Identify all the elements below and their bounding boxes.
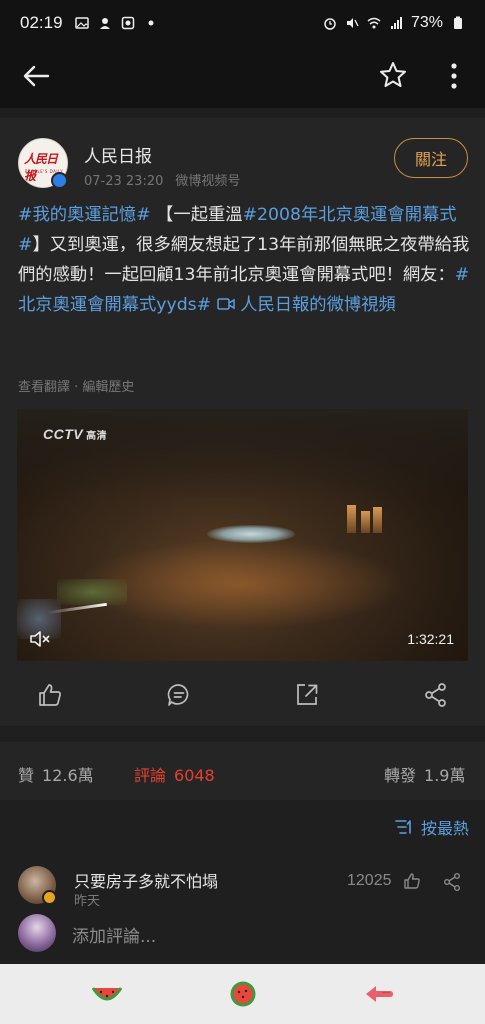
video-duration: 1:32:21	[407, 631, 454, 647]
hashtag-olympic-memory[interactable]: #我的奧運記憶#	[18, 205, 151, 225]
battery-icon	[454, 16, 462, 29]
gallery-icon	[74, 17, 89, 29]
comments-label: 評論	[134, 766, 167, 785]
watermelon-round-icon[interactable]	[226, 980, 260, 1008]
record-icon	[121, 16, 134, 30]
comments-count: 6048	[174, 766, 215, 785]
cctv-logo: CCTV 高清	[43, 426, 107, 442]
stats-bar: 贊 12.6萬 評論 6048 轉發 1.9萬	[0, 742, 485, 800]
comment-share-icon[interactable]	[442, 872, 462, 892]
post-card: 人民日报 PEOPLE'S DAILY 人民日报 07-23 23:20 微博视频…	[0, 118, 485, 726]
sort-toggle[interactable]: 按最熱	[395, 815, 469, 839]
edit-history-link[interactable]: 編輯歷史	[82, 380, 134, 395]
post-actions	[0, 678, 485, 718]
comment-time: 昨天	[74, 894, 101, 909]
more-options-icon[interactable]	[440, 60, 468, 92]
post-source: 微博视频号	[175, 174, 241, 189]
my-avatar	[18, 914, 56, 952]
comment-like-count: 12025	[347, 872, 392, 889]
sort-label: 按最熱	[421, 819, 470, 838]
video-camera-icon	[216, 298, 235, 310]
commenter-name[interactable]: 只要房子多就不怕塌	[74, 868, 218, 892]
return-arrow-icon[interactable]	[362, 980, 396, 1008]
favorite-star-icon[interactable]	[378, 60, 408, 90]
likes-label: 贊	[18, 766, 35, 785]
post-text: #我的奧運記憶# 【一起重溫#2008年北京奧運會開幕式#】又到奧運，很多網友想…	[18, 200, 470, 320]
reposts-label: 轉發	[384, 766, 417, 785]
comment-item[interactable]: 只要房子多就不怕塌 昨天 12025	[0, 862, 485, 910]
video-player[interactable]: CCTV 高清 1:32:21	[17, 409, 468, 661]
comments-stat[interactable]: 評論 6048	[134, 762, 215, 786]
signal-icon	[390, 17, 402, 29]
verified-badge-icon	[51, 172, 68, 189]
back-arrow-icon[interactable]	[20, 60, 52, 92]
sort-icon	[395, 820, 411, 834]
comment-icon[interactable]	[166, 682, 192, 708]
see-translation-link[interactable]: 查看翻譯	[18, 380, 70, 395]
battery-percent: 73%	[410, 14, 443, 31]
notification-icons	[74, 16, 158, 30]
cctv-hd-label: 高清	[86, 431, 108, 442]
like-icon[interactable]	[37, 682, 63, 708]
share-icon[interactable]	[423, 682, 449, 708]
app-bar	[0, 46, 485, 108]
video-frame-stadium	[207, 525, 295, 543]
wifi-icon	[367, 17, 381, 29]
mute-toggle-icon[interactable]	[29, 629, 51, 649]
post-date: 07-23 23:20	[84, 174, 164, 189]
status-bar: 02:19 73%	[0, 0, 485, 46]
post-text-part-2: 】又到奧運，很多網友想起了13年前那個無眠之夜帶給我們的感動！一起回顧13年前北…	[18, 235, 470, 285]
author-name[interactable]: 人民日报	[84, 142, 152, 167]
app-notification-icon	[99, 18, 110, 29]
video-link-text: 人民日報的微博視頻	[234, 295, 396, 315]
post-sub-actions: 查看翻譯 · 編輯歷史	[18, 380, 135, 395]
add-comment-bar: 添加評論...	[0, 910, 485, 960]
bottom-navigation	[0, 964, 485, 1024]
post-meta: 07-23 23:20 微博视频号	[84, 170, 240, 189]
commenter-badge-icon	[42, 890, 57, 905]
mute-icon	[346, 18, 359, 28]
follow-button[interactable]: 關注	[394, 138, 468, 178]
watermelon-slice-icon[interactable]	[90, 980, 124, 1008]
comment-like-icon[interactable]	[403, 872, 421, 890]
add-comment-input[interactable]: 添加評論...	[72, 922, 156, 947]
likes-count: 12.6萬	[42, 766, 94, 785]
video-link[interactable]: 人民日報的微博視頻	[211, 295, 396, 315]
reposts-count: 1.9萬	[424, 766, 466, 785]
system-icons: 73%	[323, 14, 465, 32]
dot-icon	[148, 20, 154, 26]
status-time: 02:19	[20, 13, 63, 32]
cctv-logo-text: CCTV	[43, 426, 84, 442]
post-text-part-1: 【一起重溫	[150, 205, 243, 225]
repost-icon[interactable]	[294, 682, 320, 708]
alarm-icon	[324, 18, 336, 30]
likes-stat[interactable]: 贊 12.6萬	[18, 762, 94, 786]
reposts-stat[interactable]: 轉發 1.9萬	[384, 762, 465, 786]
